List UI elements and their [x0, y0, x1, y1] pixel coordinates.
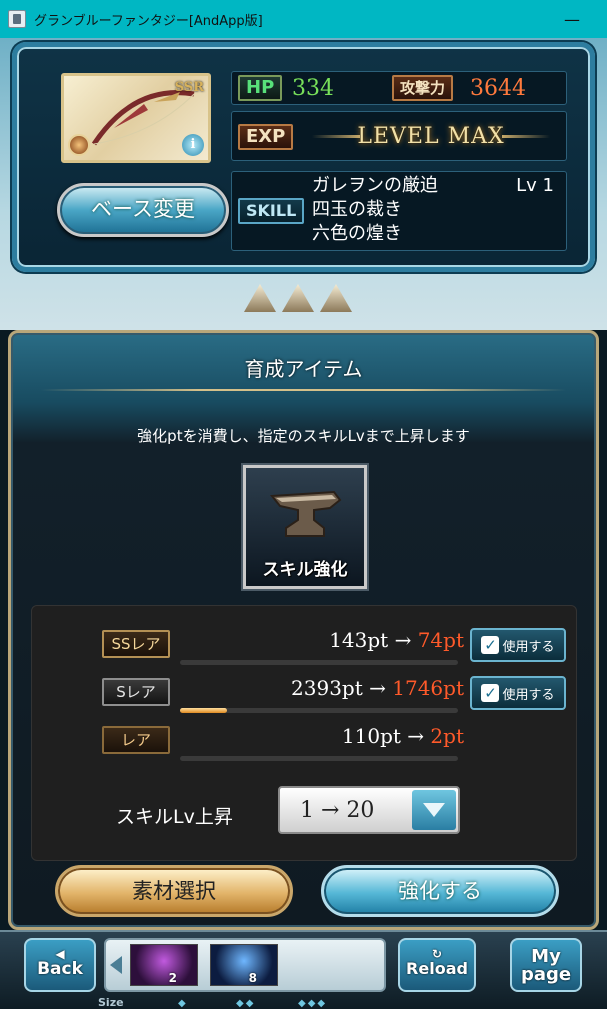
use-label: 使用する — [502, 639, 555, 655]
skill-enhance-label: スキル強化 — [262, 560, 348, 580]
base-change-button[interactable]: ベース変更 — [57, 183, 229, 237]
skill-level-label: スキルLv上昇 — [116, 806, 233, 828]
rarity-tag: SSレア — [102, 630, 170, 658]
window-titlebar: グランブルーファンタジー[AndApp版] — — [0, 0, 607, 38]
reload-button[interactable]: ↻ Reload — [398, 938, 476, 992]
progress-fill — [180, 708, 228, 713]
rarity-tag: Sレア — [102, 678, 170, 706]
reload-label: Reload — [406, 959, 468, 978]
skill-name: 六色の煌き — [312, 223, 402, 244]
size-label: Size — [98, 996, 124, 1009]
enhance-button[interactable]: 強化する — [321, 865, 559, 917]
arrow-icon: → — [394, 628, 412, 652]
point-progress-bar — [180, 660, 458, 665]
level-max-status: LEVEL MAX — [312, 118, 546, 156]
point-change: 110pt → 2pt — [342, 724, 464, 748]
skill-item: ガレヲンの厳迫 Lv 1 — [312, 174, 562, 198]
exp-row: EXP LEVEL MAX — [231, 111, 567, 161]
panel-description: 強化ptを消費し、指定のスキルLvまで上昇します — [137, 427, 470, 445]
window-title: グランブルーファンタジー[AndApp版] — [34, 13, 263, 29]
uncap-star-icon — [320, 284, 352, 312]
header-divider — [41, 389, 566, 391]
weapon-card[interactable]: SSR i — [61, 73, 211, 163]
quick-slot-orb[interactable]: 8 — [210, 944, 278, 986]
use-label: 使用する — [502, 687, 555, 703]
size-bar: Size ◆ ◆◆ ◆◆◆ — [0, 996, 607, 1009]
uncap-star-icon — [282, 284, 314, 312]
size-option-medium[interactable]: ◆◆ — [236, 998, 255, 1009]
exp-label: EXP — [238, 124, 294, 150]
chevron-down-icon — [423, 803, 445, 817]
uncap-star-icon — [244, 284, 276, 312]
minimize-button[interactable]: — — [549, 0, 595, 38]
hp-value: 334 — [292, 76, 334, 101]
size-option-large[interactable]: ◆◆◆ — [298, 998, 327, 1009]
skill-list: ガレヲンの厳迫 Lv 1 四玉の裁き 六色の煌き — [312, 174, 562, 246]
rarity-tag: レア — [102, 726, 170, 754]
skill-label: SKILL — [238, 198, 305, 224]
element-icon — [68, 134, 90, 156]
check-icon: ✓ — [481, 636, 500, 654]
point-progress-bar — [180, 708, 458, 713]
point-after: 74pt — [417, 628, 464, 652]
enhancement-panel: 育成アイテム 強化ptを消費し、指定のスキルLvまで上昇します スキル強化 SS… — [8, 330, 599, 930]
dropdown-button[interactable] — [412, 790, 456, 830]
weapon-status-panel: SSR i ベース変更 HP 334 攻撃力 3644 EXP LEVEL MA… — [12, 42, 595, 272]
skill-level-select[interactable]: 1 → 20 — [278, 786, 460, 834]
quick-slot-sword[interactable]: 2 — [130, 944, 198, 986]
check-icon: ✓ — [481, 684, 500, 702]
size-option-small[interactable]: ◆ — [178, 998, 188, 1009]
slot-count: 2 — [168, 971, 177, 985]
app-icon — [8, 10, 26, 28]
skill-row: SKILL ガレヲンの厳迫 Lv 1 四玉の裁き 六色の煌き — [231, 171, 567, 251]
point-change: 143pt → 74pt — [329, 628, 464, 652]
skill-level: Lv 1 — [516, 175, 554, 196]
arrow-icon: → — [369, 676, 386, 700]
use-toggle-ss[interactable]: ✓ 使用する — [470, 628, 566, 662]
point-change: 2393pt → 1746pt — [291, 676, 464, 700]
point-before: 110pt — [341, 724, 401, 748]
back-label: Back — [37, 959, 83, 979]
use-toggle-s[interactable]: ✓ 使用する — [470, 676, 566, 710]
atk-label: 攻撃力 — [392, 75, 454, 101]
rarity-row-r: レア 110pt → 2pt — [32, 720, 576, 766]
info-icon[interactable]: i — [182, 134, 204, 156]
slot-count: 8 — [248, 971, 257, 985]
ssr-badge: SSR — [174, 80, 204, 95]
mypage-button[interactable]: My page — [510, 938, 582, 992]
skill-name: 四玉の裁き — [312, 199, 402, 220]
skill-item: 四玉の裁き — [312, 198, 562, 222]
point-before: 2393pt — [291, 676, 363, 700]
panel-title: 育成アイテム — [244, 357, 363, 381]
skill-level-value: 1 → 20 — [300, 798, 375, 823]
uncap-indicator — [244, 284, 352, 312]
quick-item-panel: 2 8 — [104, 938, 386, 992]
hp-atk-row: HP 334 攻撃力 3644 — [231, 71, 567, 105]
atk-value: 3644 — [470, 76, 526, 101]
anvil-icon — [270, 490, 342, 537]
arrow-icon: → — [407, 724, 425, 748]
skill-name: ガレヲンの厳迫 — [312, 175, 438, 196]
rarity-row-s: Sレア 2393pt → 1746pt ✓ 使用する — [32, 672, 576, 718]
bottom-navigation: ◀ Back 2 8 ↻ Reload My page Size ◆ ◆◆ ◆◆… — [0, 930, 607, 1009]
skill-item: 六色の煌き — [312, 222, 562, 246]
mypage-label-2: page — [520, 964, 572, 985]
point-before: 143pt — [329, 628, 389, 652]
point-after: 2pt — [430, 724, 464, 748]
enhance-settings: SSレア 143pt → 74pt ✓ 使用する Sレア 2393pt → 17… — [31, 605, 577, 861]
point-progress-bar — [180, 756, 458, 761]
material-select-button[interactable]: 素材選択 — [55, 865, 293, 917]
back-button[interactable]: ◀ Back — [24, 938, 96, 992]
rarity-row-ss: SSレア 143pt → 74pt ✓ 使用する — [32, 624, 576, 670]
scroll-left-icon[interactable] — [110, 956, 122, 974]
point-after: 1746pt — [392, 676, 464, 700]
hp-label: HP — [238, 75, 283, 101]
skill-enhance-item[interactable]: スキル強化 — [243, 465, 367, 589]
